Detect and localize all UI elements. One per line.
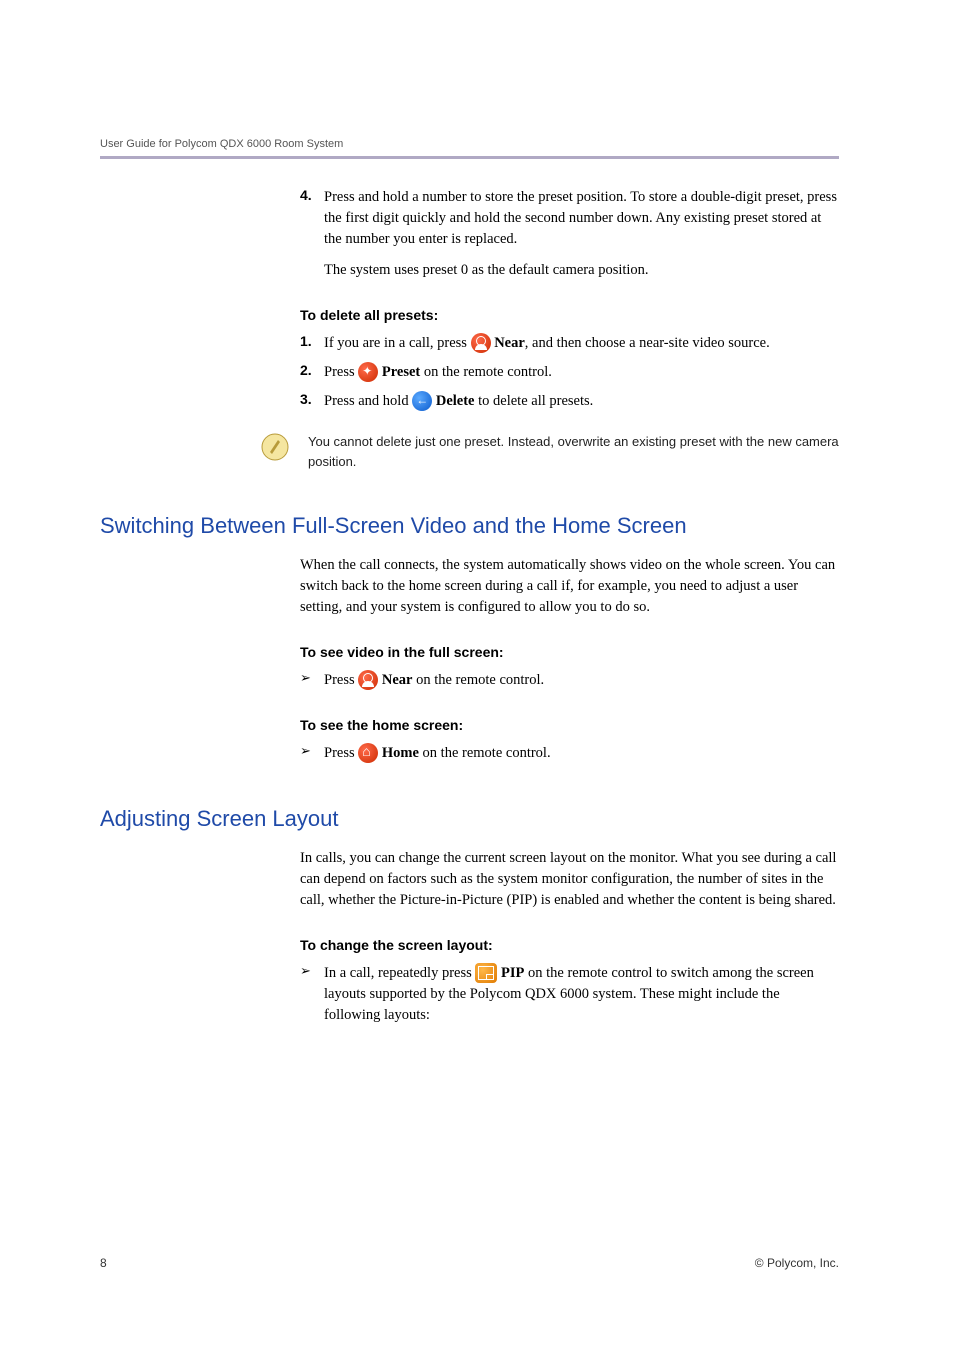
step-subtext: The system uses preset 0 as the default …	[324, 260, 839, 281]
step-body: If you are in a call, press Near, and th…	[324, 333, 839, 354]
page-number: 8	[100, 1256, 107, 1270]
delete-step-1: 1. If you are in a call, press Near, and…	[300, 333, 839, 354]
bullet-icon: ➢	[300, 670, 324, 691]
step-number: 1.	[300, 333, 324, 354]
text-pre: Press and hold	[324, 393, 412, 409]
home-icon	[358, 743, 378, 763]
copyright: © Polycom, Inc.	[755, 1256, 839, 1270]
near-icon	[471, 333, 491, 353]
step-body: Press and hold a number to store the pre…	[324, 187, 839, 281]
fullscreen-heading: To see video in the full screen:	[300, 644, 839, 660]
homescreen-heading: To see the home screen:	[300, 717, 839, 733]
text-pre: In a call, repeatedly press	[324, 965, 475, 981]
step-4: 4. Press and hold a number to store the …	[300, 187, 839, 281]
footer: 8 © Polycom, Inc.	[100, 1256, 839, 1270]
step-text: Press and hold a number to store the pre…	[324, 189, 837, 247]
button-label: Delete	[436, 393, 475, 409]
button-label: Near	[382, 672, 413, 688]
button-label: PIP	[501, 965, 524, 981]
bullet-icon: ➢	[300, 743, 324, 764]
step-body: Press and hold Delete to delete all pres…	[324, 391, 839, 412]
delete-presets-heading: To delete all presets:	[300, 307, 839, 323]
near-icon	[358, 670, 378, 690]
step-number: 3.	[300, 391, 324, 412]
step-body: Press Preset on the remote control.	[324, 362, 839, 383]
text-pre: Press	[324, 672, 358, 688]
button-label: Home	[382, 745, 419, 761]
step-number: 4.	[300, 187, 324, 281]
text-post: to delete all presets.	[474, 393, 593, 409]
bullet-icon: ➢	[300, 963, 324, 1026]
note: You cannot delete just one preset. Inste…	[260, 432, 839, 471]
button-label: Near	[494, 335, 525, 351]
homescreen-step: ➢ Press Home on the remote control.	[300, 743, 839, 764]
delete-icon	[412, 391, 432, 411]
text-pre: Press	[324, 364, 358, 380]
text-pre: If you are in a call, press	[324, 335, 471, 351]
note-icon	[260, 432, 290, 462]
delete-step-3: 3. Press and hold Delete to delete all p…	[300, 391, 839, 412]
delete-step-2: 2. Press Preset on the remote control.	[300, 362, 839, 383]
change-layout-heading: To change the screen layout:	[300, 937, 839, 953]
section-layout-heading: Adjusting Screen Layout	[100, 806, 839, 832]
switching-para: When the call connects, the system autom…	[300, 555, 839, 618]
preset-icon	[358, 362, 378, 382]
step-body: Press Home on the remote control.	[324, 743, 839, 764]
pip-icon	[475, 963, 497, 983]
text-post: , and then choose a near-site video sour…	[525, 335, 770, 351]
layout-para: In calls, you can change the current scr…	[300, 848, 839, 911]
text-post: on the remote control.	[420, 364, 552, 380]
section-switching-heading: Switching Between Full-Screen Video and …	[100, 513, 839, 539]
step-number: 2.	[300, 362, 324, 383]
text-post: on the remote control.	[419, 745, 551, 761]
fullscreen-step: ➢ Press Near on the remote control.	[300, 670, 839, 691]
change-layout-step: ➢ In a call, repeatedly press PIP on the…	[300, 963, 839, 1026]
note-text: You cannot delete just one preset. Inste…	[308, 432, 839, 471]
step-body: In a call, repeatedly press PIP on the r…	[324, 963, 839, 1026]
button-label: Preset	[382, 364, 420, 380]
header-rule	[100, 156, 839, 159]
running-header: User Guide for Polycom QDX 6000 Room Sys…	[100, 138, 839, 150]
step-body: Press Near on the remote control.	[324, 670, 839, 691]
text-post: on the remote control.	[412, 672, 544, 688]
text-pre: Press	[324, 745, 358, 761]
